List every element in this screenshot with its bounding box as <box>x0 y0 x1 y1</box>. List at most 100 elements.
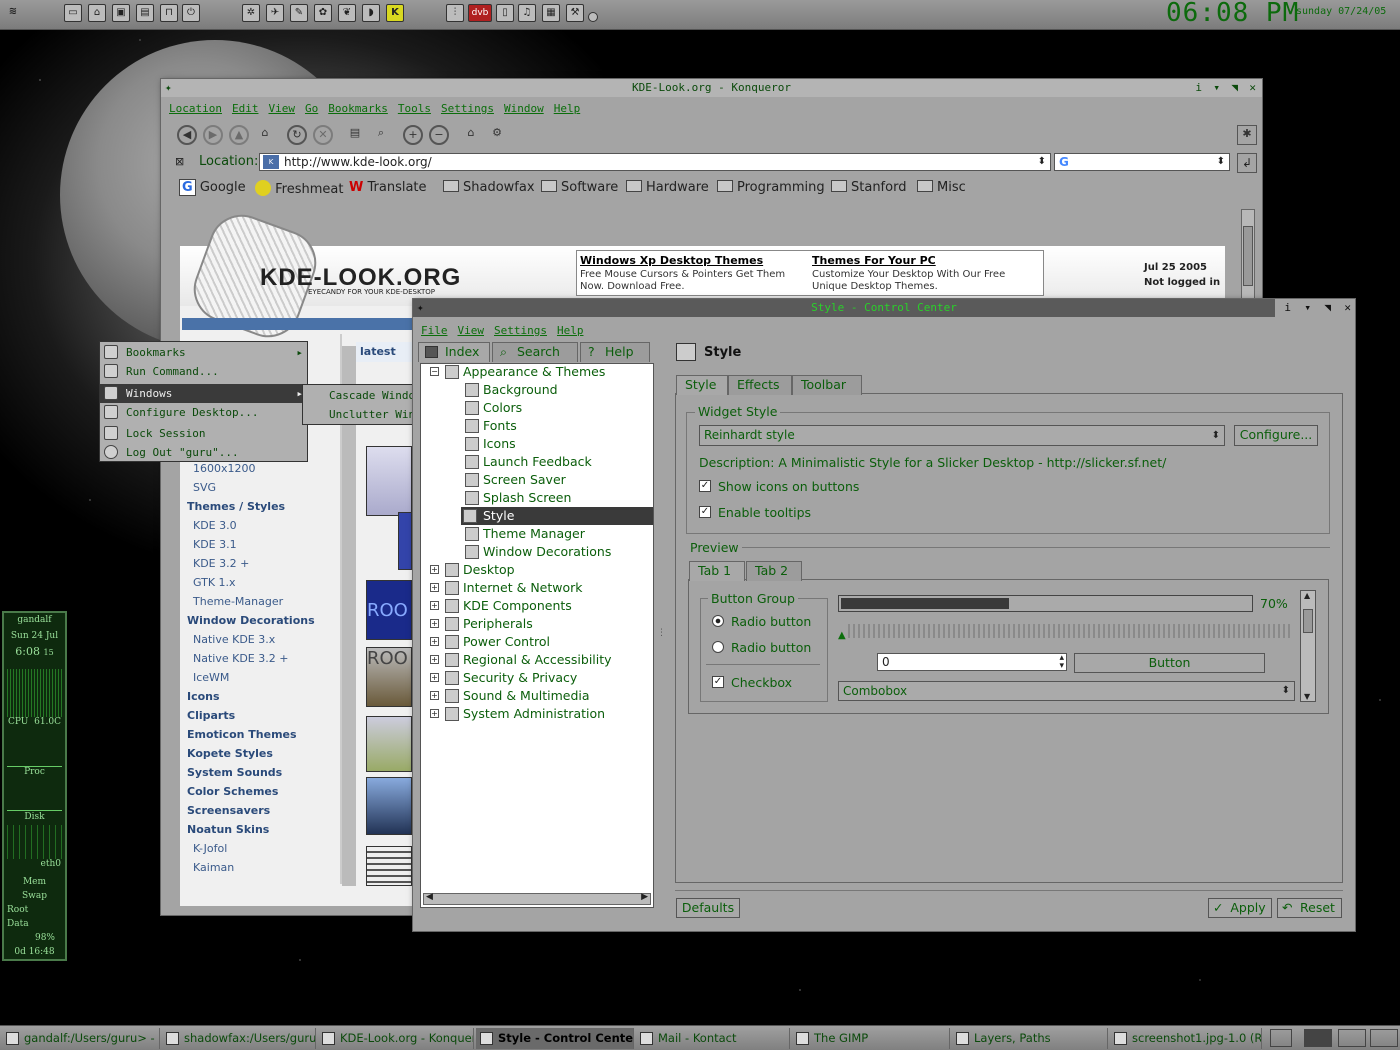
desktop-pager-4[interactable] <box>1370 1029 1398 1047</box>
tree-item[interactable]: − Appearance & Themes <box>430 363 605 381</box>
preview-thumbnail[interactable]: ROO <box>366 647 412 707</box>
sidebar-link[interactable]: Cliparts <box>187 709 235 722</box>
menu-item-run-command[interactable]: Run Command... <box>100 362 307 381</box>
gear-icon[interactable]: ✲ <box>242 4 260 22</box>
sidebar-link[interactable]: Themes / Styles <box>187 500 285 513</box>
radio-button-2[interactable] <box>712 641 724 653</box>
sidebar-scroll[interactable] <box>342 346 356 886</box>
show-icons-checkbox[interactable]: ✓ <box>699 480 711 492</box>
print-icon[interactable]: ▤ <box>345 125 365 145</box>
info-icon[interactable]: i <box>1195 79 1202 97</box>
slider-track[interactable] <box>848 624 1292 638</box>
search-dropdown-icon[interactable]: ⬍ <box>1217 154 1225 170</box>
tree-item[interactable]: Launch Feedback <box>465 453 592 471</box>
bookmark-freshmeat[interactable]: Freshmeat <box>255 180 343 197</box>
bookmark-translate[interactable]: W Translate <box>349 180 427 195</box>
latest-tab[interactable]: latest <box>356 342 416 362</box>
expand-icon[interactable]: + <box>430 655 439 664</box>
location-dropdown-icon[interactable]: ⬍ <box>1038 154 1046 170</box>
back-icon[interactable]: ◀ <box>177 125 197 145</box>
music-icon[interactable]: ♫ <box>518 4 536 22</box>
power-icon[interactable]: ⏻ <box>182 4 200 22</box>
bookmark-folder-programming[interactable]: Programming <box>717 180 825 195</box>
info-icon[interactable]: i <box>1284 299 1291 317</box>
disk-icon[interactable]: ▯ <box>496 4 514 22</box>
tools-icon[interactable]: ⚒ <box>566 4 584 22</box>
preview-checkbox[interactable]: ✓ <box>712 676 724 688</box>
kmenu-icon[interactable]: ≋ <box>4 4 22 22</box>
enable-tooltips-checkbox[interactable]: ✓ <box>699 506 711 518</box>
sidebar-link[interactable]: Kopete Styles <box>187 747 273 760</box>
menu-item-log-out[interactable]: Log Out "guru"... <box>100 443 307 462</box>
film-icon[interactable]: ▣ <box>112 4 130 22</box>
menu-view[interactable]: View <box>268 102 295 115</box>
tree-item[interactable]: + Peripherals <box>430 615 533 633</box>
splitter-handle[interactable]: ⋮ <box>657 628 666 640</box>
menu-view[interactable]: View <box>458 324 485 337</box>
tree-item[interactable]: Theme Manager <box>465 525 585 543</box>
tree-item[interactable]: Fonts <box>465 417 517 435</box>
pin-icon[interactable]: ✦ <box>417 299 424 317</box>
find-icon[interactable]: ⌕ <box>371 125 391 145</box>
sidebar-link[interactable]: Kaiman <box>193 861 234 874</box>
bookmark-folder-stanford[interactable]: Stanford <box>831 180 906 195</box>
lock-icon[interactable]: ⊓ <box>160 4 178 22</box>
sidebar-link[interactable]: Theme-Manager <box>193 595 283 608</box>
preview-tab-1[interactable]: Tab 1 <box>689 561 745 581</box>
menu-edit[interactable]: Edit <box>232 102 259 115</box>
tree-item[interactable]: Colors <box>465 399 522 417</box>
calendar-icon[interactable]: ▦ <box>542 4 560 22</box>
bookmark-folder-misc[interactable]: Misc <box>917 180 966 195</box>
menu-help[interactable]: Help <box>554 102 581 115</box>
printer-icon[interactable]: ▤ <box>136 4 154 22</box>
go-icon[interactable]: ↲ <box>1237 153 1257 173</box>
bookmark-folder-hardware[interactable]: Hardware <box>626 180 709 195</box>
control-center-titlebar[interactable]: Style - Control Center ✦ i ▾ ◥ ✕ <box>413 299 1355 317</box>
web-search-input[interactable]: G ⬍ <box>1054 153 1230 171</box>
tree-item[interactable]: Window Decorations <box>465 543 611 561</box>
expand-icon[interactable]: + <box>430 583 439 592</box>
menu-item-lock-session[interactable]: Lock Session <box>100 424 307 443</box>
tab-search[interactable]: ⌕ Search <box>492 342 578 362</box>
taskbar-button[interactable]: gandalf:/Users/guru> - <box>2 1028 160 1049</box>
taskbar-button[interactable]: Style - Control Center <box>476 1028 634 1049</box>
tree-hscrollbar[interactable]: ◀ ▶ <box>423 892 651 905</box>
collapse-icon[interactable]: − <box>430 367 439 376</box>
sidebar-link[interactable]: Native KDE 3.2 + <box>193 652 288 665</box>
tree-item[interactable]: + Sound & Multimedia <box>430 687 590 705</box>
preview-combobox[interactable]: Combobox ⬍ <box>838 681 1295 701</box>
expand-icon[interactable]: + <box>430 673 439 682</box>
maximize-icon[interactable]: ◥ <box>1324 299 1331 317</box>
preview-thumbnail[interactable] <box>366 446 412 516</box>
preview-button[interactable]: Button <box>1074 653 1265 673</box>
sidebar-link[interactable]: System Sounds <box>187 766 282 779</box>
panel-clock[interactable]: 06:08 PM <box>1166 0 1299 28</box>
leaf-icon[interactable]: ◗ <box>362 4 380 22</box>
close-icon[interactable]: ✕ <box>1344 299 1351 317</box>
spin-arrows-icon[interactable]: ▴ ▾ <box>1059 654 1064 671</box>
zoom-out-icon[interactable]: − <box>429 125 449 145</box>
login-status[interactable]: Not logged in <box>1144 277 1220 288</box>
tree-item[interactable]: + System Administration <box>430 705 605 723</box>
bookmark-folder-shadowfax[interactable]: Shadowfax <box>443 180 535 195</box>
maximize-icon[interactable]: ◥ <box>1231 79 1238 97</box>
tab-toolbar[interactable]: Toolbar <box>792 375 862 395</box>
scroll-left-icon[interactable]: ◀ <box>426 892 433 902</box>
slider-handle-icon[interactable]: ▲ <box>838 630 846 641</box>
desktop-pager-1[interactable] <box>1270 1029 1292 1047</box>
sidebar-link[interactable]: Noatun Skins <box>187 823 269 836</box>
sidebar-link[interactable]: KDE 3.1 <box>193 538 237 551</box>
tree-item[interactable]: Style <box>461 507 653 525</box>
gimp-icon[interactable]: ✿ <box>314 4 332 22</box>
taskbar-button[interactable]: screenshot1.jpg-1.0 (R <box>1110 1028 1262 1049</box>
sidebar-link[interactable]: KDE 3.0 <box>193 519 237 532</box>
expand-icon[interactable]: + <box>430 691 439 700</box>
shade-icon[interactable]: ▾ <box>1304 299 1311 317</box>
menu-item-configure-desktop[interactable]: Configure Desktop... <box>100 403 307 422</box>
tree-item[interactable]: + Power Control <box>430 633 550 651</box>
menu-settings[interactable]: Settings <box>494 324 547 337</box>
sidebar-link[interactable]: Window Decorations <box>187 614 315 627</box>
scroll-thumb[interactable] <box>1303 609 1313 633</box>
network-icon[interactable]: ✈ <box>266 4 284 22</box>
reset-button[interactable]: ↶ Reset <box>1277 898 1342 918</box>
